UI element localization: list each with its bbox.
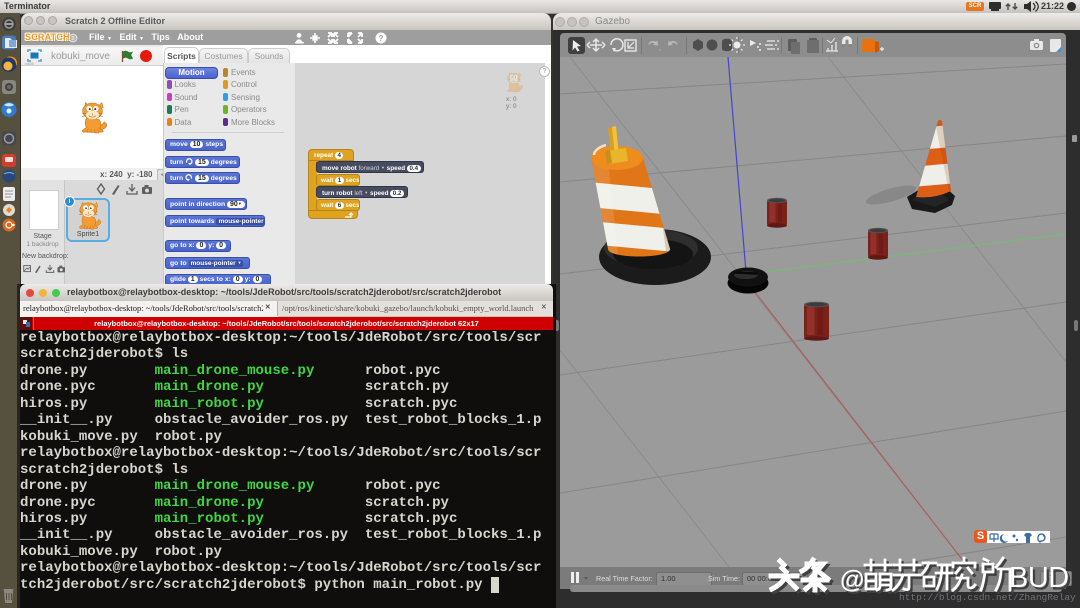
svg-text:BUD: BUD <box>1009 562 1069 594</box>
svg-text:?: ? <box>379 34 384 43</box>
svg-text:@: @ <box>840 566 864 594</box>
